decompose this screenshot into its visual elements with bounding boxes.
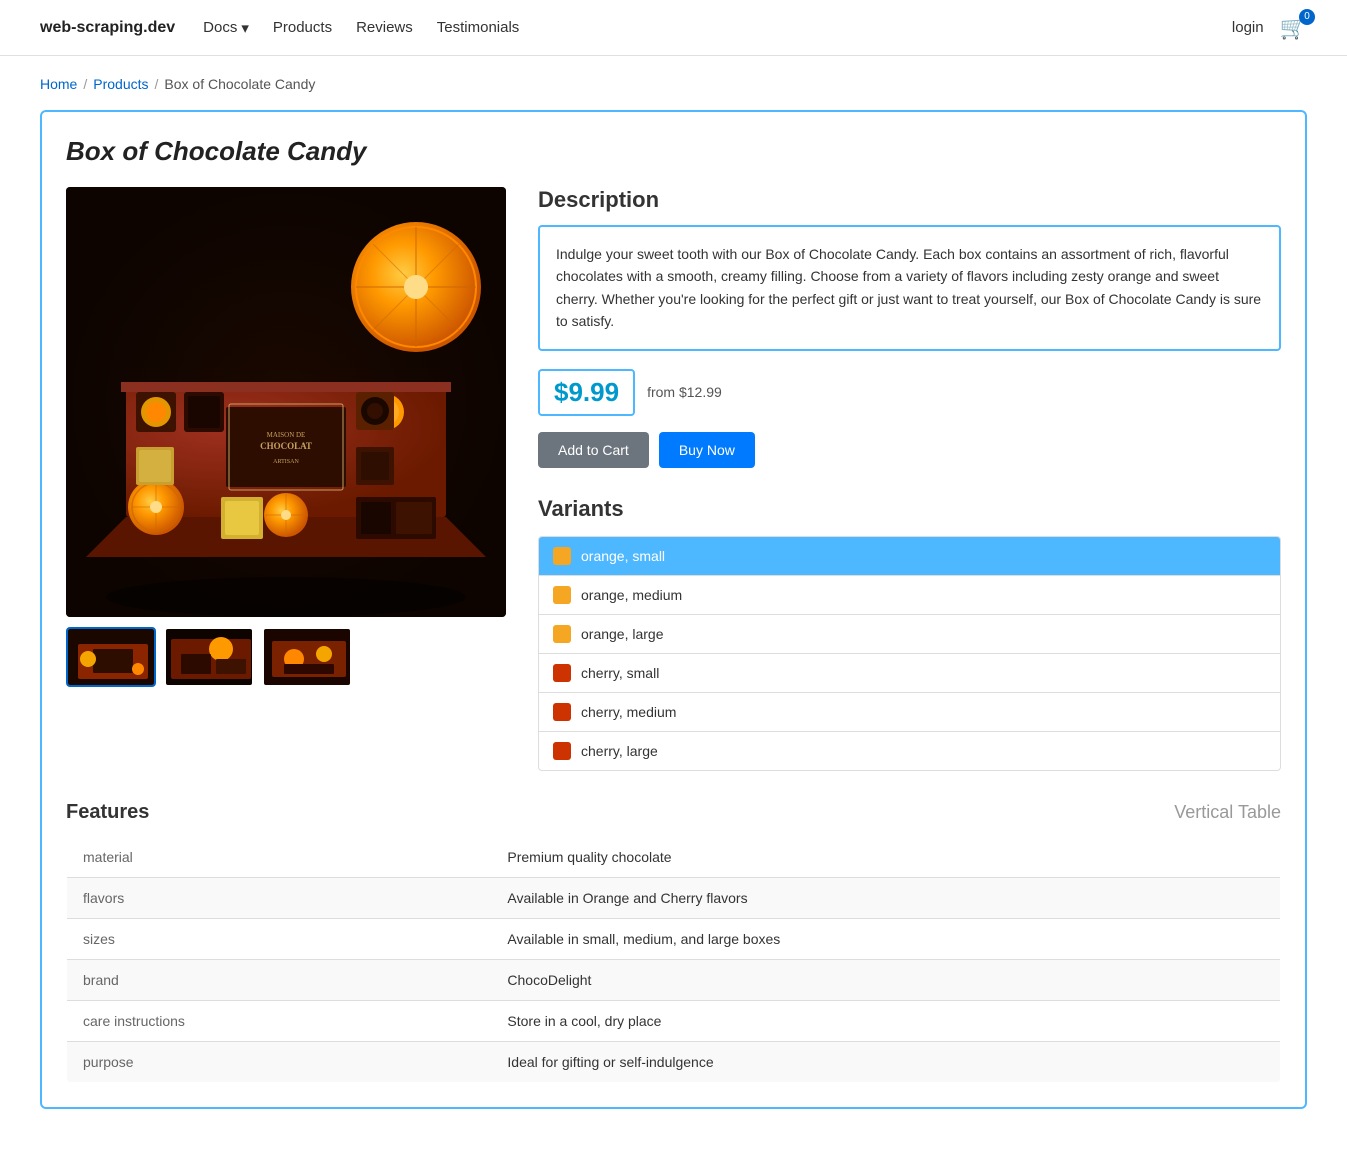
nav-right: login 🛒 0 [1232, 15, 1307, 41]
thumbnail-1[interactable] [66, 627, 156, 687]
feature-value-5: Ideal for gifting or self-indulgence [491, 1041, 1280, 1082]
feature-value-3: ChocoDelight [491, 959, 1280, 1000]
variant-color-icon-3 [553, 664, 571, 682]
breadcrumb-sep-1: / [83, 76, 87, 92]
variant-color-icon-5 [553, 742, 571, 760]
table-row: brand ChocoDelight [67, 959, 1281, 1000]
nav-reviews[interactable]: Reviews [356, 19, 413, 36]
nav-left: web-scraping.dev Docs ▾ Products Reviews… [40, 19, 519, 37]
product-body: MAISON DE CHOCOLAT ARTISAN [66, 187, 1281, 771]
thumbnail-2[interactable] [164, 627, 254, 687]
feature-key-0: material [67, 836, 492, 877]
nav-testimonials[interactable]: Testimonials [437, 19, 520, 36]
login-link[interactable]: login [1232, 19, 1264, 36]
feature-key-2: sizes [67, 918, 492, 959]
variant-item-1[interactable]: orange, medium [539, 576, 1280, 615]
svg-text:CHOCOLAT: CHOCOLAT [260, 441, 312, 451]
variants-heading: Variants [538, 496, 1281, 522]
features-section: Features Vertical Table material Premium… [66, 801, 1281, 1083]
product-price: $9.99 [538, 369, 635, 416]
breadcrumb-products[interactable]: Products [93, 76, 148, 92]
feature-value-0: Premium quality chocolate [491, 836, 1280, 877]
feature-key-3: brand [67, 959, 492, 1000]
nav-docs[interactable]: Docs ▾ [203, 19, 249, 37]
product-price-from: from $12.99 [647, 384, 722, 400]
image-section: MAISON DE CHOCOLAT ARTISAN [66, 187, 506, 771]
breadcrumb: Home / Products / Box of Chocolate Candy [40, 76, 1307, 92]
features-heading: Features [66, 801, 149, 824]
description-heading: Description [538, 187, 1281, 213]
feature-key-5: purpose [67, 1041, 492, 1082]
feature-value-4: Store in a cool, dry place [491, 1000, 1280, 1041]
variant-item-2[interactable]: orange, large [539, 615, 1280, 654]
variant-color-icon-2 [553, 625, 571, 643]
features-header: Features Vertical Table [66, 801, 1281, 824]
table-row: flavors Available in Orange and Cherry f… [67, 877, 1281, 918]
feature-key-1: flavors [67, 877, 492, 918]
feature-key-4: care instructions [67, 1000, 492, 1041]
variant-label-0: orange, small [581, 548, 665, 564]
variant-item-4[interactable]: cherry, medium [539, 693, 1280, 732]
thumbnail-3[interactable] [262, 627, 352, 687]
table-row: material Premium quality chocolate [67, 836, 1281, 877]
action-buttons: Add to Cart Buy Now [538, 432, 1281, 468]
description-text: Indulge your sweet tooth with our Box of… [556, 246, 1261, 329]
page-content: Home / Products / Box of Chocolate Candy… [0, 56, 1347, 1149]
variant-item-3[interactable]: cherry, small [539, 654, 1280, 693]
brand-logo[interactable]: web-scraping.dev [40, 19, 175, 37]
cart-count: 0 [1299, 9, 1315, 25]
variant-color-icon-4 [553, 703, 571, 721]
product-image-svg: MAISON DE CHOCOLAT ARTISAN [66, 187, 506, 617]
variant-item-0[interactable]: orange, small [539, 537, 1280, 576]
add-to-cart-button[interactable]: Add to Cart [538, 432, 649, 468]
variant-label-5: cherry, large [581, 743, 658, 759]
feature-value-1: Available in Orange and Cherry flavors [491, 877, 1280, 918]
nav-links: Docs ▾ Products Reviews Testimonials [203, 19, 519, 37]
variant-list: orange, small orange, medium orange, lar… [538, 536, 1281, 771]
breadcrumb-sep-2: / [155, 76, 159, 92]
table-row: care instructions Store in a cool, dry p… [67, 1000, 1281, 1041]
svg-text:MAISON DE: MAISON DE [267, 431, 306, 439]
product-card: Box of Chocolate Candy [40, 110, 1307, 1109]
table-row: sizes Available in small, medium, and la… [67, 918, 1281, 959]
variant-label-2: orange, large [581, 626, 664, 642]
variant-item-5[interactable]: cherry, large [539, 732, 1280, 770]
table-row: purpose Ideal for gifting or self-indulg… [67, 1041, 1281, 1082]
product-thumbnails [66, 627, 506, 687]
buy-now-button[interactable]: Buy Now [659, 432, 755, 468]
variant-color-icon-0 [553, 547, 571, 565]
product-title: Box of Chocolate Candy [66, 136, 1281, 167]
navigation: web-scraping.dev Docs ▾ Products Reviews… [0, 0, 1347, 56]
features-table: material Premium quality chocolate flavo… [66, 836, 1281, 1083]
variant-label-4: cherry, medium [581, 704, 676, 720]
table-type-label: Vertical Table [1174, 802, 1281, 823]
variant-label-3: cherry, small [581, 665, 659, 681]
feature-value-2: Available in small, medium, and large bo… [491, 918, 1280, 959]
chevron-down-icon: ▾ [241, 19, 249, 37]
main-product-image: MAISON DE CHOCOLAT ARTISAN [66, 187, 506, 617]
product-details: Description Indulge your sweet tooth wit… [538, 187, 1281, 771]
description-box: Indulge your sweet tooth with our Box of… [538, 225, 1281, 351]
breadcrumb-current: Box of Chocolate Candy [164, 76, 315, 92]
svg-text:ARTISAN: ARTISAN [273, 459, 299, 465]
variant-label-1: orange, medium [581, 587, 682, 603]
nav-products[interactable]: Products [273, 19, 332, 36]
breadcrumb-home[interactable]: Home [40, 76, 77, 92]
cart-button[interactable]: 🛒 0 [1280, 15, 1307, 41]
variant-color-icon-1 [553, 586, 571, 604]
price-row: $9.99 from $12.99 [538, 369, 1281, 416]
